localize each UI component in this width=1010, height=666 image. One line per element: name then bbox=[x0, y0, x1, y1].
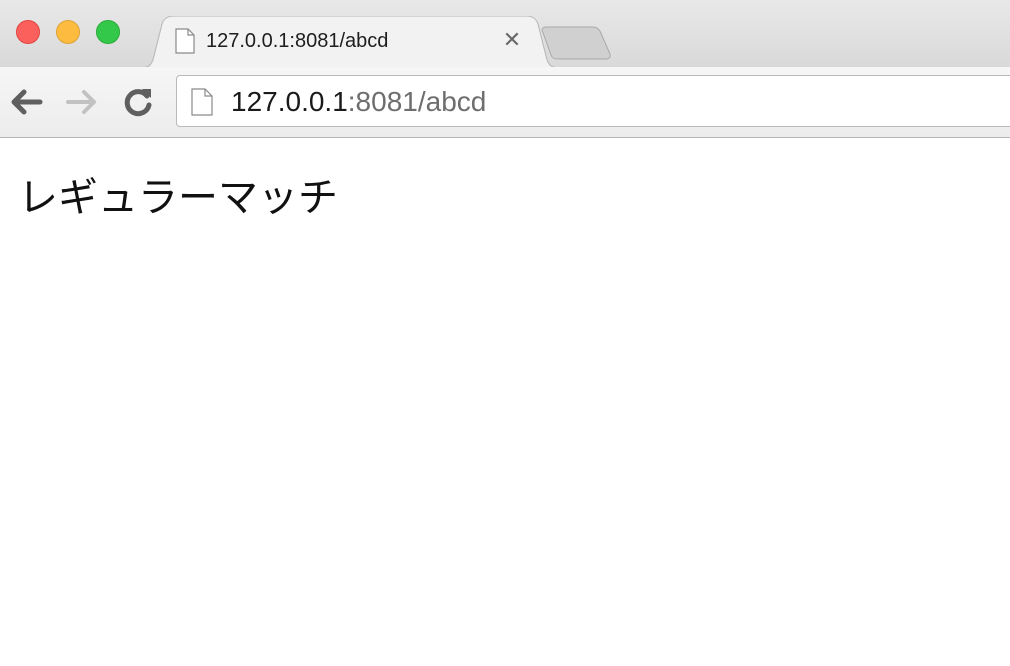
title-bar: 127.0.0.1:8081/abcd ✕ bbox=[0, 0, 1010, 68]
address-bar[interactable]: 127.0.0.1:8081/abcd bbox=[176, 75, 1010, 127]
reload-icon[interactable] bbox=[120, 84, 156, 120]
page-text: レギュラーマッチ bbox=[18, 176, 338, 220]
url-path: :8081/abcd bbox=[347, 86, 487, 117]
new-tab-icon[interactable] bbox=[540, 26, 612, 60]
forward-arrow-icon[interactable] bbox=[64, 84, 100, 120]
url-text[interactable]: 127.0.0.1:8081/abcd bbox=[231, 86, 486, 118]
page-icon bbox=[191, 88, 213, 116]
back-arrow-icon[interactable] bbox=[8, 84, 44, 120]
tab-title: 127.0.0.1:8081/abcd bbox=[206, 30, 389, 52]
window-minimize-button[interactable] bbox=[56, 20, 80, 44]
page-icon bbox=[175, 28, 195, 54]
page-content: レギュラーマッチ bbox=[0, 138, 1010, 666]
window-zoom-button[interactable] bbox=[96, 20, 120, 44]
browser-toolbar: 127.0.0.1:8081/abcd bbox=[0, 67, 1010, 138]
window-close-button[interactable] bbox=[16, 20, 40, 44]
url-host: 127.0.0.1 bbox=[231, 86, 348, 117]
close-icon[interactable]: ✕ bbox=[500, 28, 524, 52]
